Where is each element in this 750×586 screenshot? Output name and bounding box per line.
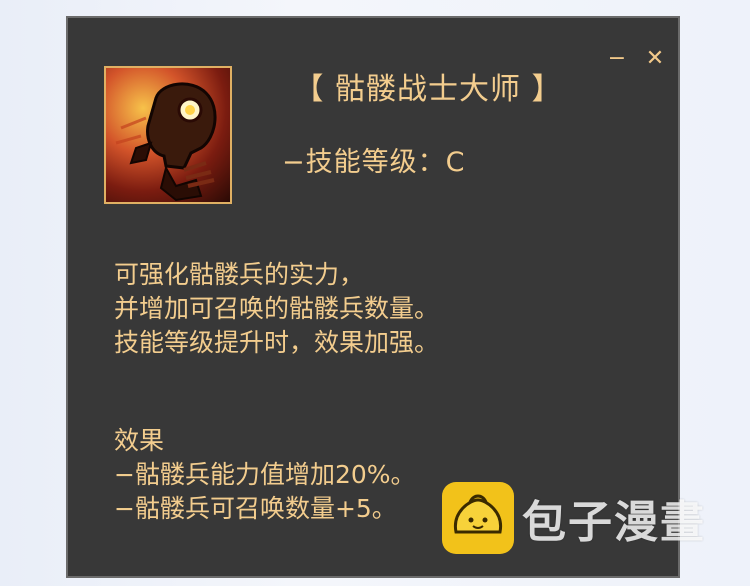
effect-line: −骷髅兵可召唤数量+5。	[114, 494, 397, 523]
skill-description: 可强化骷髅兵的实力， 并增加可召唤的骷髅兵数量。 技能等级提升时，效果加强。	[114, 258, 439, 360]
effect-line: −骷髅兵能力值增加20%。	[114, 460, 416, 489]
description-line: 技能等级提升时，效果加强。	[114, 328, 440, 357]
effects-heading: 效果	[114, 426, 165, 455]
description-line: 并增加可召唤的骷髅兵数量。	[114, 294, 440, 323]
description-line: 可强化骷髅兵的实力，	[114, 260, 365, 289]
skull-artwork	[115, 82, 217, 202]
minimize-button[interactable]: −	[606, 48, 628, 70]
watermark: 包子漫畫	[442, 482, 706, 554]
watermark-text: 包子漫畫	[522, 497, 706, 548]
skill-effects: 效果 −骷髅兵能力值增加20%。 −骷髅兵可召唤数量+5。	[114, 424, 416, 526]
close-button[interactable]: ✕	[644, 48, 666, 70]
skeleton-skull-icon	[104, 66, 232, 204]
bun-logo-icon	[442, 482, 514, 554]
skill-level: −技能等级：C	[282, 147, 466, 178]
skill-title: 【 骷髅战士大师 】	[293, 72, 563, 107]
